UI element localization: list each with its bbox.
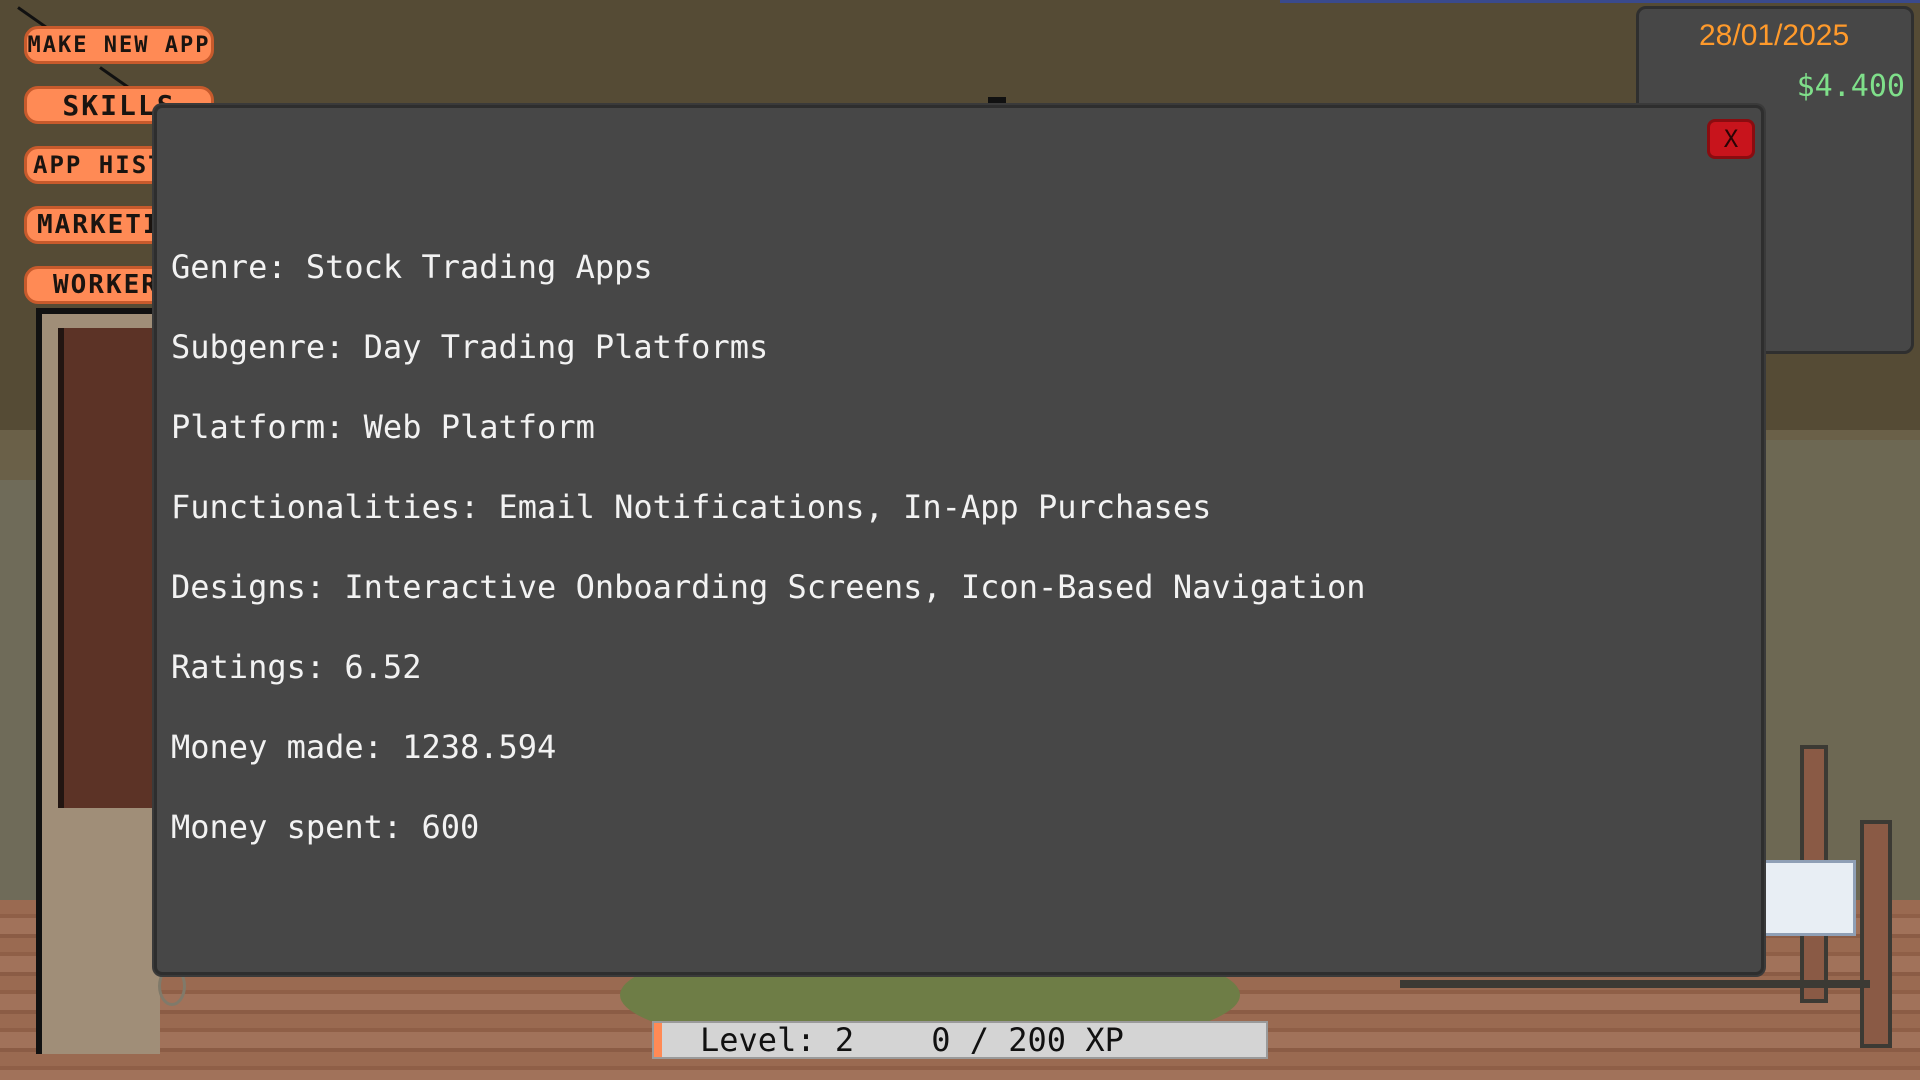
level-xp-label: Level: 2 0 / 200 XP xyxy=(700,1021,1124,1059)
make-new-app-button[interactable]: MAKE NEW APP xyxy=(24,26,214,64)
functionalities-line: Functionalities: Email Notifications, In… xyxy=(171,488,1212,526)
money-spent-line: Money spent: 600 xyxy=(171,808,480,846)
designs-line: Designs: Interactive Onboarding Screens,… xyxy=(171,568,1366,606)
pillow xyxy=(1760,860,1856,936)
wall-speck xyxy=(988,97,1006,103)
genre-line: Genre: Stock Trading Apps xyxy=(171,248,653,286)
top-edge-strip xyxy=(1280,0,1920,3)
close-button[interactable]: X xyxy=(1707,119,1755,159)
xp-progress-bar: Level: 2 0 / 200 XP xyxy=(652,1021,1268,1059)
game-date: 28/01/2025 xyxy=(1699,19,1850,52)
ratings-line: Ratings: 6.52 xyxy=(171,648,422,686)
money-balance: $4.400 xyxy=(1796,69,1905,104)
platform-line: Platform: Web Platform xyxy=(171,408,595,446)
bed-frame xyxy=(1400,980,1870,988)
money-made-line: Money made: 1238.594 xyxy=(171,728,557,766)
app-details-modal: X Genre: Stock Trading Apps Subgenre: Da… xyxy=(154,105,1764,975)
subgenre-line: Subgenre: Day Trading Platforms xyxy=(171,328,769,366)
xp-bar-accent xyxy=(654,1023,662,1057)
door xyxy=(36,308,186,1054)
bed-headboard-post xyxy=(1860,820,1892,1048)
